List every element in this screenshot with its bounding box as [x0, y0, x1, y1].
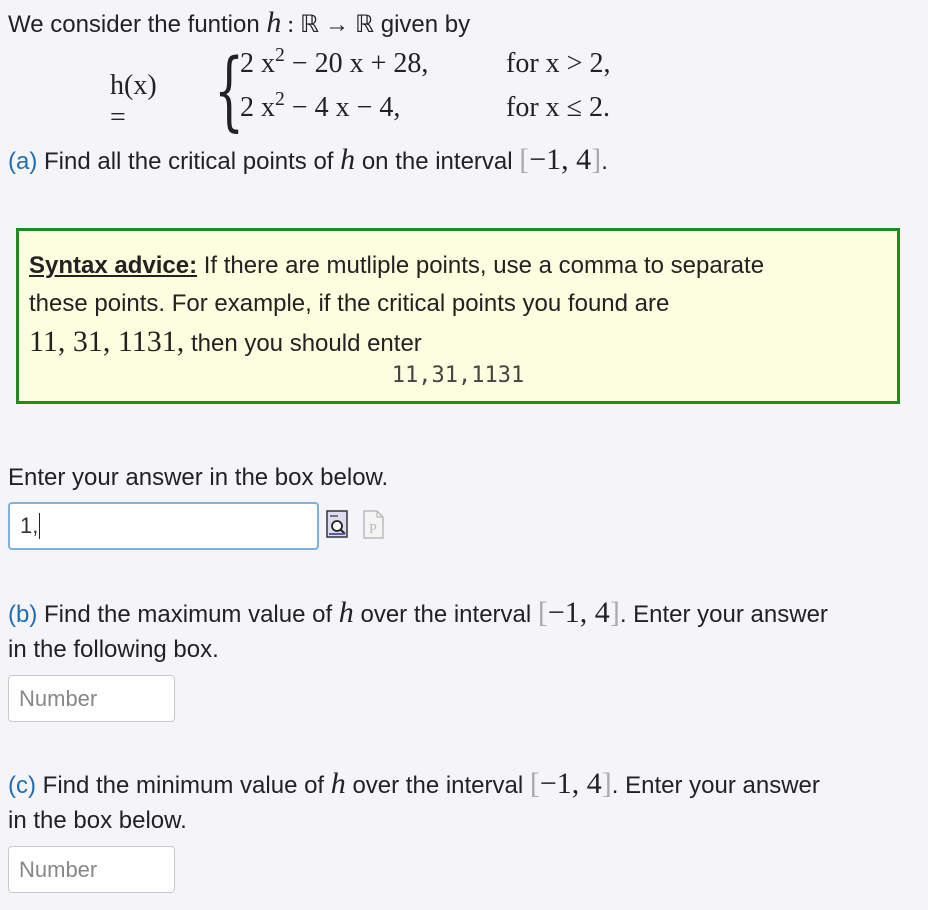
part-b-question: (b) Find the maximum value of h over the… [8, 596, 828, 629]
answer-a-input[interactable]: 1, [8, 502, 319, 550]
part-b-question-line2: in the following box. [8, 636, 219, 663]
svg-text:P: P [369, 522, 377, 537]
part-a-label: (a) [8, 148, 38, 175]
intro-text: We consider the funtion [8, 11, 267, 38]
part-c-question: (c) Find the minimum value of h over the… [8, 767, 820, 800]
case2-condition: for x ≤ 2. [506, 92, 611, 123]
answer-b-placeholder: Number [19, 685, 98, 711]
function-mapping: : ℝ → ℝ [281, 12, 375, 38]
case2-expression: 2 x2 − 4 x − 4, [240, 89, 401, 123]
part-c-label: (c) [8, 772, 36, 799]
answer-c-placeholder: Number [19, 856, 98, 882]
answer-a-value: 1, [20, 513, 39, 538]
interval: [−1, 4] [537, 596, 620, 629]
problem-intro: We consider the funtion h : ℝ → ℝ given … [8, 6, 470, 40]
function-name: h [266, 6, 282, 39]
enter-prompt: Enter your answer in the box below. [8, 464, 389, 491]
answer-c-input[interactable]: Number [8, 846, 175, 893]
example-code: 11,31,1131 [391, 363, 525, 388]
syntax-advice-text: Syntax advice: If there are mutliple poi… [29, 252, 765, 358]
text-caret [39, 513, 41, 539]
preview-icon[interactable] [326, 510, 352, 540]
part-a-question: (a) Find all the critical points of h on… [8, 143, 608, 176]
intro-text-after: given by [374, 11, 471, 38]
case1-expression: 2 x2 − 20 x + 28, [240, 45, 429, 79]
syntax-advice-box: Syntax advice: If there are mutliple poi… [16, 228, 900, 404]
piecewise-lhs: h(x) = [110, 70, 157, 133]
syntax-advice-title: Syntax advice: [29, 252, 198, 279]
case1-condition: for x > 2, [506, 48, 611, 79]
pdf-icon[interactable]: P [362, 510, 386, 540]
answer-b-input[interactable]: Number [8, 675, 175, 722]
interval: [−1, 4] [529, 767, 612, 800]
part-b-label: (b) [8, 601, 38, 628]
example-math: 11, 31, 1131, [29, 325, 185, 358]
interval: [−1, 4] [519, 143, 602, 176]
part-c-question-line2: in the box below. [8, 807, 187, 834]
